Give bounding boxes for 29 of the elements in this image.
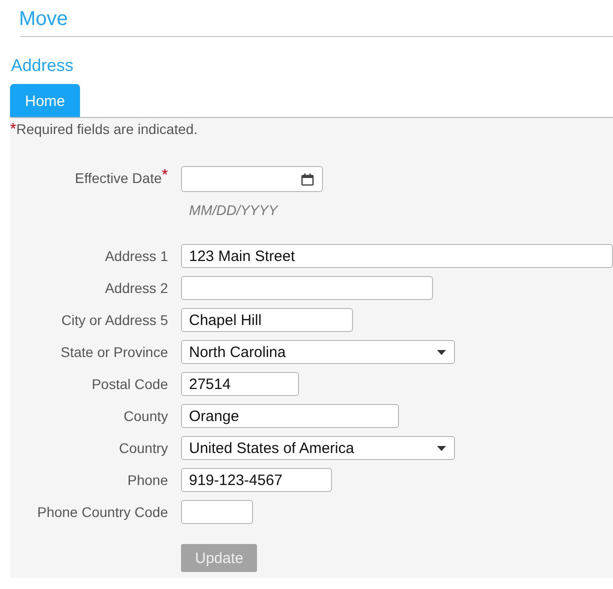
page-title: Move xyxy=(18,7,69,31)
date-field[interactable] xyxy=(181,166,323,192)
input-field[interactable]: Orange xyxy=(181,404,399,428)
field-label: Phone xyxy=(128,472,168,488)
field-label: State or Province xyxy=(60,344,168,360)
dropdown-field[interactable]: North Carolina xyxy=(181,340,455,364)
field-label: Phone Country Code xyxy=(37,504,168,520)
dropdown-field[interactable]: United States of America xyxy=(181,436,455,460)
field-label: Postal Code xyxy=(92,376,168,392)
field-label: Address 1 xyxy=(104,248,168,264)
required-mark: * xyxy=(162,167,168,184)
caret-icon xyxy=(437,446,446,450)
field-label: County xyxy=(124,408,168,424)
required-mark: * xyxy=(10,121,16,138)
input-field[interactable]: 27514 xyxy=(181,372,299,396)
required-note: Required fields are indicated. xyxy=(16,121,198,137)
input-field[interactable] xyxy=(181,276,433,300)
input-field[interactable]: Chapel Hill xyxy=(181,308,353,332)
section-title: Address xyxy=(11,56,74,76)
field-label: Country xyxy=(118,440,168,456)
date-format-hint: MM/DD/YYYY xyxy=(188,202,278,218)
field-label: City or Address 5 xyxy=(61,312,168,328)
input-field[interactable] xyxy=(181,500,253,524)
input-field[interactable]: 123 Main Street xyxy=(181,244,613,268)
field-label: Address 2 xyxy=(104,280,168,296)
input-field[interactable]: 919-123-4567 xyxy=(181,468,332,492)
field-label: Effective Date xyxy=(74,170,162,186)
calendar-icon[interactable] xyxy=(301,172,314,186)
caret-icon xyxy=(437,350,446,354)
